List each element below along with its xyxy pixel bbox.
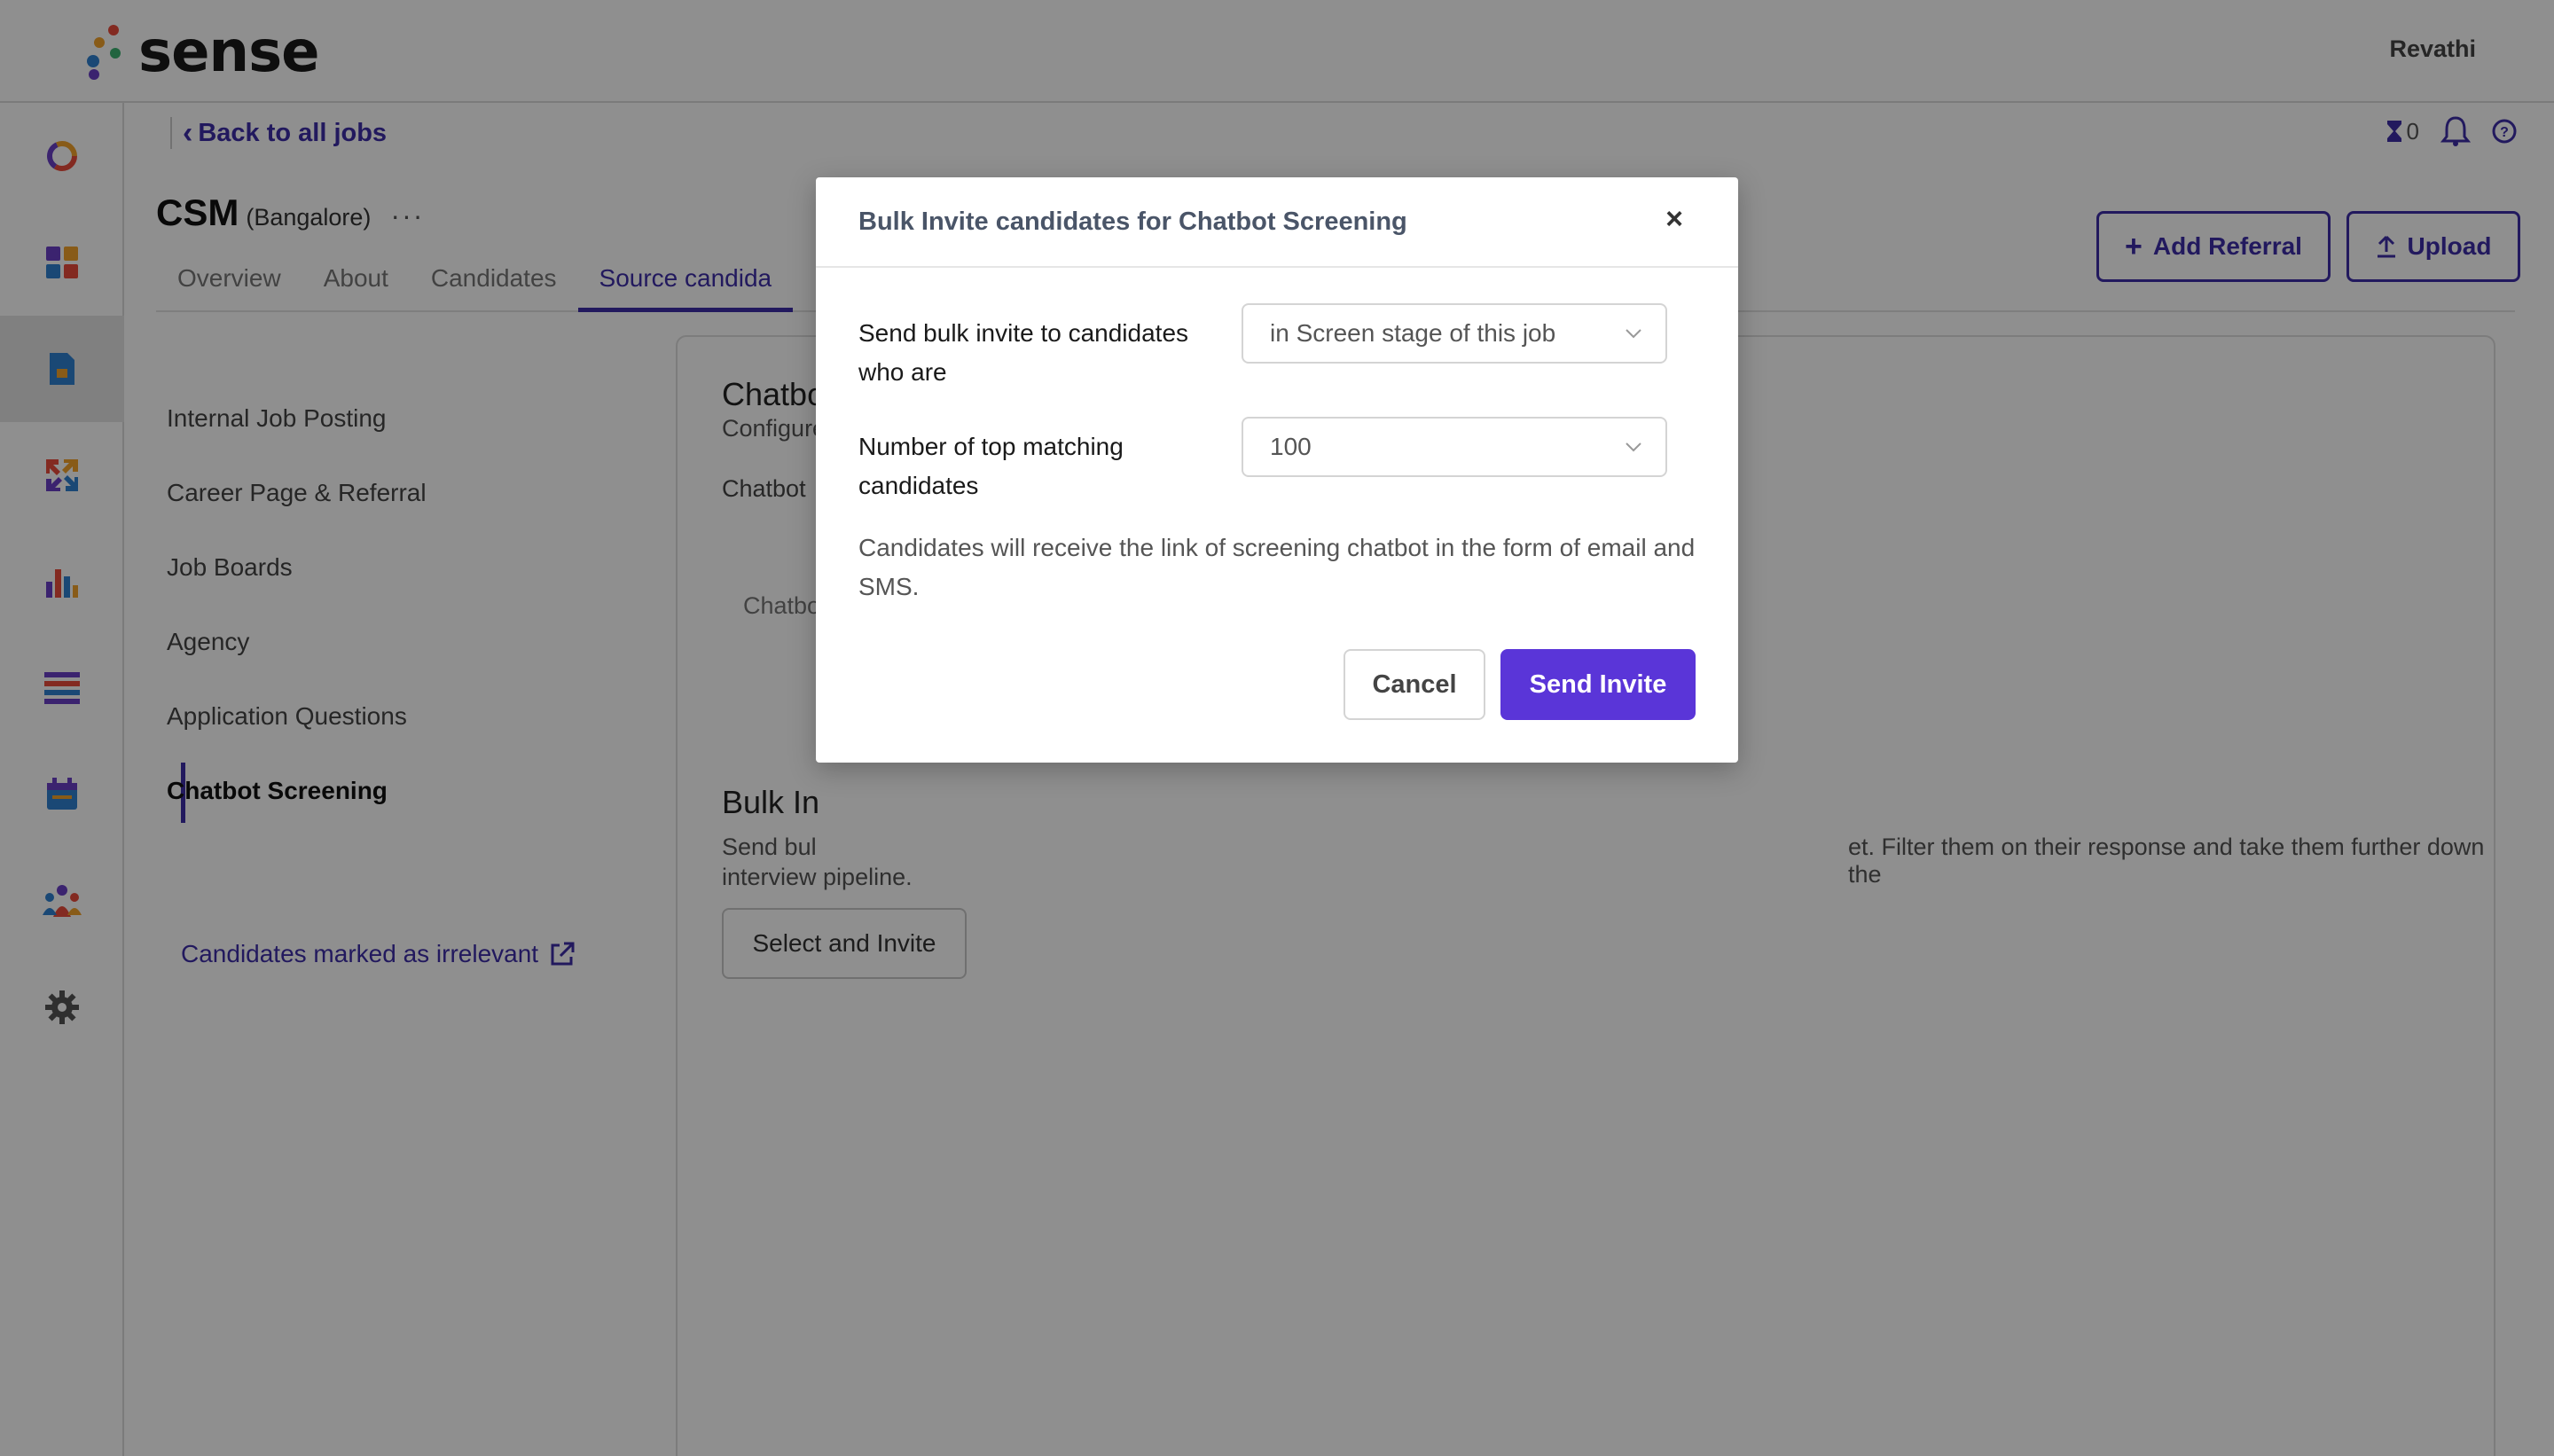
bulk-invite-modal: Bulk Invite candidates for Chatbot Scree… [816, 177, 1738, 763]
send-invite-button[interactable]: Send Invite [1500, 649, 1696, 720]
modal-note: Candidates will receive the link of scre… [858, 534, 1696, 600]
top-matching-select[interactable]: 100 [1242, 417, 1667, 477]
top-matching-select-value: 100 [1270, 433, 1312, 460]
cancel-button[interactable]: Cancel [1344, 649, 1485, 720]
chevron-down-icon [1626, 442, 1641, 452]
top-matching-label: Number of top matching candidates [858, 433, 1124, 499]
recipients-label: Send bulk invite to candidates who are [858, 319, 1189, 386]
modal-title: Bulk Invite candidates for Chatbot Scree… [858, 207, 1407, 236]
recipients-select-value: in Screen stage of this job [1270, 319, 1556, 347]
chevron-down-icon [1626, 329, 1641, 339]
modal-header: Bulk Invite candidates for Chatbot Scree… [816, 177, 1738, 268]
recipients-select[interactable]: in Screen stage of this job [1242, 303, 1667, 364]
close-icon[interactable]: × [1665, 202, 1683, 237]
